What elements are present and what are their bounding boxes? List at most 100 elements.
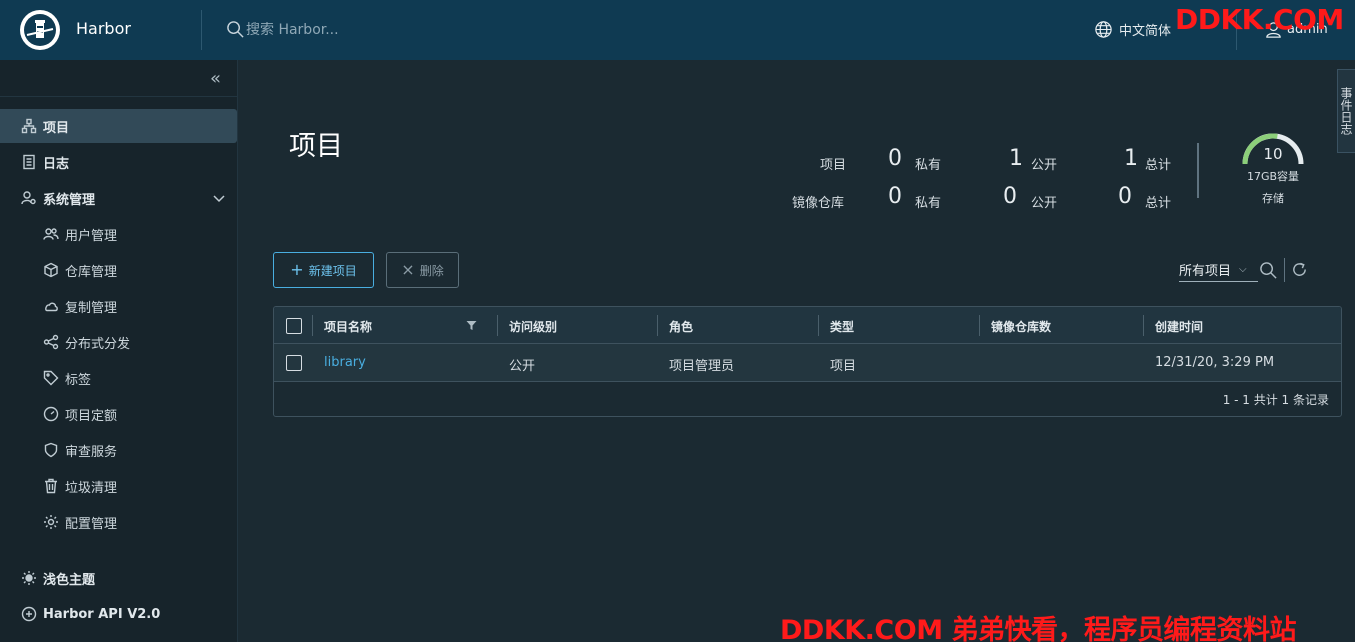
refresh-icon[interactable] bbox=[1291, 261, 1308, 278]
share-icon bbox=[43, 334, 59, 350]
sidebar-item-theme[interactable]: 浅色主题 bbox=[0, 561, 238, 595]
access-level-cell: 公开 bbox=[509, 359, 536, 374]
log-icon bbox=[21, 154, 37, 170]
stat-unit: 总计 bbox=[1145, 196, 1172, 211]
chevron-down-icon: ⌵ bbox=[1239, 264, 1247, 275]
globe-icon bbox=[1095, 21, 1112, 38]
column-divider bbox=[1143, 315, 1144, 336]
collapse-sidebar-icon[interactable]: « bbox=[210, 68, 221, 89]
language-selector[interactable]: 中文简体 bbox=[1094, 20, 1171, 39]
stat-total-count: 1 bbox=[1124, 146, 1138, 171]
chevron-down-icon[interactable] bbox=[212, 191, 226, 205]
delete-label: 删除 bbox=[419, 263, 444, 278]
admin-icon bbox=[21, 190, 37, 206]
brand-name[interactable]: Harbor bbox=[76, 19, 131, 38]
storage-label: 存储 bbox=[1262, 192, 1284, 205]
sidebar-item-gc[interactable]: 垃圾清理 bbox=[0, 469, 238, 503]
cube-icon bbox=[43, 262, 59, 278]
sidebar-item-label: 配置管理 bbox=[65, 516, 118, 532]
filter-icon[interactable] bbox=[466, 320, 477, 331]
stat-unit: 公开 bbox=[1031, 158, 1058, 173]
sidebar-item-label: 垃圾清理 bbox=[65, 480, 118, 496]
select-all-checkbox[interactable] bbox=[286, 318, 302, 334]
pagination-summary: 1 - 1 共计 1 条记录 bbox=[1222, 393, 1329, 407]
column-divider bbox=[818, 315, 819, 336]
sidebar-item-label: 项目定额 bbox=[65, 408, 118, 424]
column-header-type[interactable]: 类型 bbox=[830, 318, 854, 335]
column-divider bbox=[312, 315, 313, 336]
sidebar-item-interrogation[interactable]: 审查服务 bbox=[0, 433, 238, 467]
sun-icon bbox=[21, 570, 37, 586]
sidebar-item-replication[interactable]: 复制管理 bbox=[0, 289, 238, 323]
stat-public-count: 1 bbox=[1009, 146, 1023, 171]
sidebar-item-label: 浅色主题 bbox=[43, 572, 96, 588]
stats-row-projects: 项目 0 私有 1 公开 1 总计 bbox=[780, 145, 1200, 175]
stat-unit: 私有 bbox=[915, 196, 942, 211]
filter-label: 所有项目 bbox=[1179, 264, 1232, 279]
stats-row-repositories: 镜像仓库 0 私有 0 公开 0 总计 bbox=[780, 183, 1200, 213]
plus-icon: + bbox=[290, 260, 304, 279]
sidebar-item-label: 项目 bbox=[43, 120, 70, 136]
sidebar-item-label: 日志 bbox=[43, 156, 70, 172]
sidebar-item-label: 系统管理 bbox=[43, 192, 96, 208]
column-divider bbox=[657, 315, 658, 336]
stat-total-count: 0 bbox=[1118, 184, 1132, 209]
sidebar-item-label: 审查服务 bbox=[65, 444, 118, 460]
sidebar-item-labels[interactable]: 标签 bbox=[0, 361, 238, 395]
search-input[interactable] bbox=[246, 21, 506, 38]
sidebar: « 项目 日志 系统管理 用户管理 仓库管理 复制管理 分布式分发 标签 项目定… bbox=[0, 60, 238, 642]
stat-public-count: 0 bbox=[1003, 184, 1017, 209]
project-name-link[interactable]: library bbox=[324, 355, 366, 370]
harbor-logo-icon[interactable] bbox=[20, 10, 60, 50]
api-icon bbox=[21, 606, 37, 622]
language-label: 中文简体 bbox=[1119, 24, 1172, 39]
close-icon: × bbox=[401, 260, 415, 279]
row-checkbox[interactable] bbox=[286, 355, 302, 371]
top-header: Harbor 中文简体 admin bbox=[0, 0, 1355, 60]
toolbar-divider bbox=[1284, 258, 1285, 282]
stats-divider bbox=[1197, 143, 1199, 198]
column-header-access[interactable]: 访问级别 bbox=[509, 318, 557, 335]
sidebar-item-label: Harbor API V2.0 bbox=[43, 606, 161, 622]
sidebar-item-label: 用户管理 bbox=[65, 228, 118, 244]
stat-unit: 公开 bbox=[1031, 196, 1058, 211]
sidebar-item-quotas[interactable]: 项目定额 bbox=[0, 397, 238, 431]
sidebar-item-registries[interactable]: 仓库管理 bbox=[0, 253, 238, 287]
created-time-cell: 12/31/20, 3:29 PM bbox=[1155, 355, 1275, 370]
stat-private-count: 0 bbox=[888, 184, 902, 209]
storage-capacity: 17GB容量 bbox=[1246, 170, 1300, 183]
sidebar-item-api[interactable]: Harbor API V2.0 bbox=[0, 597, 238, 631]
trash-icon bbox=[43, 478, 59, 494]
header-divider bbox=[201, 10, 202, 50]
sidebar-item-projects[interactable]: 项目 bbox=[0, 109, 237, 143]
sidebar-item-users[interactable]: 用户管理 bbox=[0, 217, 238, 251]
new-project-button[interactable]: + 新建项目 bbox=[273, 252, 374, 288]
table-row[interactable]: library 公开 项目管理员 项目 12/31/20, 3:29 PM bbox=[274, 344, 1341, 382]
sidebar-item-label: 分布式分发 bbox=[65, 336, 131, 352]
stat-private-count: 0 bbox=[888, 146, 902, 171]
search-icon bbox=[227, 21, 244, 38]
role-cell: 项目管理员 bbox=[669, 359, 735, 374]
dashboard-icon bbox=[43, 406, 59, 422]
page-title: 项目 bbox=[289, 131, 343, 162]
sidebar-item-label: 复制管理 bbox=[65, 300, 118, 316]
sidebar-item-logs[interactable]: 日志 bbox=[0, 145, 238, 179]
column-header-created[interactable]: 创建时间 bbox=[1155, 318, 1203, 335]
event-log-tab[interactable]: 事件日志 bbox=[1337, 69, 1355, 153]
watermark-bottom: DDKK.COM 弟弟快看，程序员编程资料站 bbox=[780, 615, 1296, 642]
users-icon bbox=[43, 226, 59, 242]
sidebar-item-distribution[interactable]: 分布式分发 bbox=[0, 325, 238, 359]
column-header-repo-count[interactable]: 镜像仓库数 bbox=[991, 318, 1051, 335]
column-header-role[interactable]: 角色 bbox=[669, 318, 693, 335]
type-cell: 项目 bbox=[830, 359, 857, 374]
search-icon[interactable] bbox=[1259, 261, 1278, 280]
sidebar-item-label: 仓库管理 bbox=[65, 264, 118, 280]
delete-button[interactable]: × 删除 bbox=[386, 252, 459, 288]
column-header-name[interactable]: 项目名称 bbox=[324, 318, 372, 335]
sidebar-item-admin[interactable]: 系统管理 bbox=[0, 181, 238, 215]
sidebar-item-label: 标签 bbox=[65, 372, 92, 388]
global-search bbox=[226, 20, 506, 39]
sidebar-item-config[interactable]: 配置管理 bbox=[0, 505, 238, 539]
cloud-icon bbox=[43, 298, 59, 314]
project-filter-select[interactable]: 所有项目 ⌵ bbox=[1179, 258, 1258, 282]
